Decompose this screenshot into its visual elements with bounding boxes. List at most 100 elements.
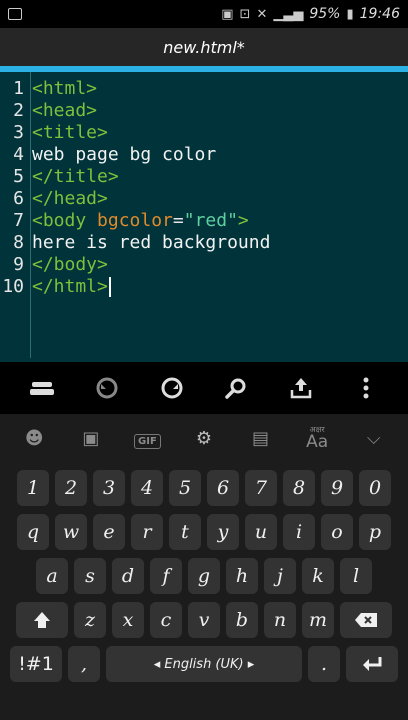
gif-label: GIF xyxy=(134,433,161,449)
code-token: </title> xyxy=(32,165,119,187)
number-key-2[interactable]: 2 xyxy=(55,470,87,506)
code-text: <body bgcolor="red"> xyxy=(28,210,249,231)
letter-key-e[interactable]: e xyxy=(93,514,125,550)
letter-key-g[interactable]: g xyxy=(188,558,220,594)
bottom-row: !#1 , ◂ English (UK) ▸ . xyxy=(0,646,408,682)
clock: 19:46 xyxy=(359,6,400,22)
line-number: 5 xyxy=(13,165,24,187)
redo-icon[interactable] xyxy=(152,368,192,408)
line-number: 9 xyxy=(13,253,24,275)
letter-key-a[interactable]: a xyxy=(36,558,68,594)
number-key-1[interactable]: 1 xyxy=(17,470,49,506)
letter-key-c[interactable]: c xyxy=(150,602,182,638)
line-number: 8 xyxy=(13,231,24,253)
number-key-5[interactable]: 5 xyxy=(169,470,201,506)
symbols-key[interactable]: !#1 xyxy=(10,646,62,682)
code-token: </head> xyxy=(32,187,108,209)
undo-icon[interactable] xyxy=(87,368,127,408)
number-key-3[interactable]: 3 xyxy=(93,470,125,506)
code-token: web page bg color xyxy=(32,143,217,165)
letter-key-d[interactable]: d xyxy=(112,558,144,594)
letter-key-l[interactable]: l xyxy=(340,558,372,594)
letter-key-m[interactable]: m xyxy=(302,602,334,638)
letter-key-j[interactable]: j xyxy=(264,558,296,594)
letter-key-w[interactable]: w xyxy=(55,514,87,550)
collapse-icon[interactable]: ⌵ xyxy=(354,428,394,449)
code-token: <head> xyxy=(32,99,98,121)
code-token: </body> xyxy=(32,253,108,275)
number-key-7[interactable]: 7 xyxy=(245,470,277,506)
letter-key-v[interactable]: v xyxy=(188,602,220,638)
zxcv-letters: zxcvbnm xyxy=(74,602,334,638)
code-editor[interactable]: 1 <html> 2 <head> 3 <title> 4 web page bg color… xyxy=(0,72,408,362)
zxcv-row: zxcvbnm xyxy=(0,602,408,638)
comma-key[interactable]: , xyxy=(68,646,100,682)
soft-keyboard: ☻ ▣ GIF ⚙ ▤ अक्षर Aa ⌵ 1234567890 qwerty… xyxy=(0,414,408,720)
letter-key-f[interactable]: f xyxy=(150,558,182,594)
settings-icon[interactable]: ⚙ xyxy=(184,428,224,449)
editor-toolbar xyxy=(0,362,408,414)
sticker-icon[interactable]: ▣ xyxy=(71,428,111,449)
letter-key-r[interactable]: r xyxy=(131,514,163,550)
letter-key-i[interactable]: i xyxy=(283,514,315,550)
number-key-6[interactable]: 6 xyxy=(207,470,239,506)
code-line[interactable]: 5 </title> xyxy=(0,165,119,187)
number-key-0[interactable]: 0 xyxy=(359,470,391,506)
code-line[interactable]: 2 <head> xyxy=(0,99,97,121)
font-style-icon[interactable]: अक्षर Aa xyxy=(297,425,337,452)
keyboard-toolbar: ☻ ▣ GIF ⚙ ▤ अक्षर Aa ⌵ xyxy=(0,414,408,462)
letter-key-y[interactable]: y xyxy=(207,514,239,550)
emoji-icon[interactable]: ☻ xyxy=(14,428,54,449)
shift-key[interactable] xyxy=(16,602,68,638)
code-text: <html> xyxy=(28,78,97,99)
keyboard-toggle-icon[interactable] xyxy=(22,368,62,408)
code-line[interactable]: 1 <html> xyxy=(0,77,97,99)
file-title: new.html* xyxy=(163,37,245,57)
share-icon[interactable] xyxy=(281,368,321,408)
number-key-9[interactable]: 9 xyxy=(321,470,353,506)
letter-key-u[interactable]: u xyxy=(245,514,277,550)
cellular-icon: ▁▃▅ xyxy=(273,6,304,22)
letter-key-h[interactable]: h xyxy=(226,558,258,594)
code-line[interactable]: 6 </head> xyxy=(0,187,108,209)
line-number: 2 xyxy=(13,99,24,121)
code-text: </html> xyxy=(28,276,111,297)
letter-key-o[interactable]: o xyxy=(321,514,353,550)
code-line[interactable]: 7 <body bgcolor="red"> xyxy=(0,209,249,231)
mute-icon: ✕ xyxy=(256,6,268,22)
font-style-label: Aa xyxy=(306,431,329,452)
period-key[interactable]: . xyxy=(308,646,340,682)
letter-key-x[interactable]: x xyxy=(112,602,144,638)
code-token: <body xyxy=(32,209,98,231)
letter-key-k[interactable]: k xyxy=(302,558,334,594)
code-token: "red" xyxy=(183,209,238,231)
code-line[interactable]: 3 <title> xyxy=(0,121,108,143)
letter-key-s[interactable]: s xyxy=(74,558,106,594)
letter-key-n[interactable]: n xyxy=(264,602,296,638)
number-row: 1234567890 xyxy=(0,470,408,506)
backspace-key[interactable] xyxy=(340,602,392,638)
code-token: <title> xyxy=(32,121,108,143)
gif-icon[interactable]: GIF xyxy=(127,428,167,449)
number-key-4[interactable]: 4 xyxy=(131,470,163,506)
letter-key-t[interactable]: t xyxy=(169,514,201,550)
enter-key[interactable] xyxy=(346,646,398,682)
more-icon[interactable] xyxy=(346,368,386,408)
number-key-8[interactable]: 8 xyxy=(283,470,315,506)
space-bar[interactable]: ◂ English (UK) ▸ xyxy=(106,646,302,682)
code-token: here is red background xyxy=(32,231,271,253)
letter-key-z[interactable]: z xyxy=(74,602,106,638)
code-line[interactable]: 10 </html> xyxy=(0,275,111,297)
search-icon[interactable] xyxy=(216,368,256,408)
code-line[interactable]: 4 web page bg color xyxy=(0,143,216,165)
code-line[interactable]: 9 </body> xyxy=(0,253,108,275)
code-token: <html> xyxy=(32,77,98,99)
battery-icon: ▮ xyxy=(346,6,354,22)
letter-key-q[interactable]: q xyxy=(17,514,49,550)
clipboard-icon[interactable]: ▤ xyxy=(241,428,281,449)
line-number: 4 xyxy=(13,143,24,165)
letter-key-b[interactable]: b xyxy=(226,602,258,638)
code-text: <title> xyxy=(28,122,108,143)
letter-key-p[interactable]: p xyxy=(359,514,391,550)
code-line[interactable]: 8 here is red background xyxy=(0,231,270,253)
